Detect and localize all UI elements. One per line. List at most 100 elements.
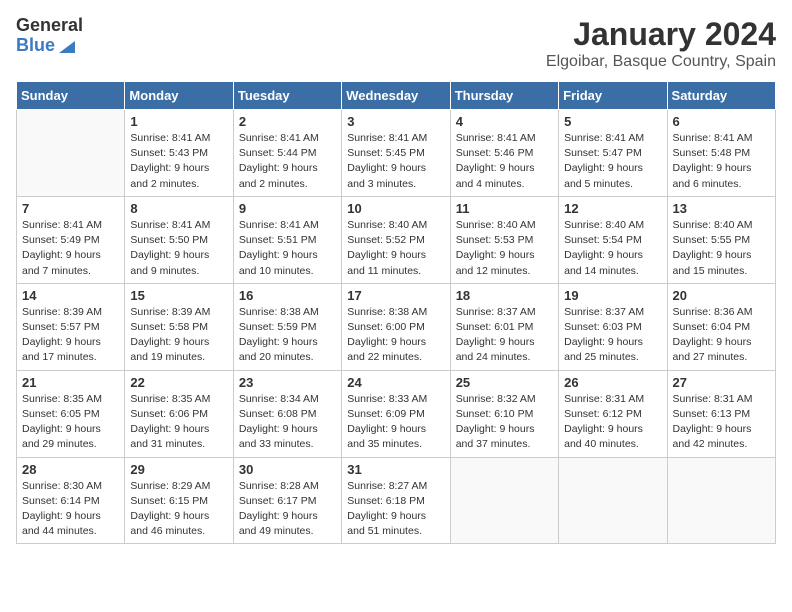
logo-blue: Blue — [16, 36, 55, 56]
logo-general: General — [16, 16, 83, 36]
day-number: 23 — [239, 375, 336, 390]
day-number: 10 — [347, 201, 444, 216]
calendar-title: January 2024 — [546, 16, 776, 53]
calendar-cell: 15 Sunrise: 8:39 AM Sunset: 5:58 PM Dayli… — [125, 283, 233, 370]
calendar-cell: 17 Sunrise: 8:38 AM Sunset: 6:00 PM Dayli… — [342, 283, 450, 370]
column-header-friday: Friday — [559, 82, 667, 110]
day-number: 9 — [239, 201, 336, 216]
logo: General Blue — [16, 16, 83, 56]
calendar-cell: 5 Sunrise: 8:41 AM Sunset: 5:47 PM Daylig… — [559, 110, 667, 197]
day-info: Sunrise: 8:38 AM Sunset: 6:00 PM Dayligh… — [347, 305, 444, 366]
day-info: Sunrise: 8:31 AM Sunset: 6:12 PM Dayligh… — [564, 392, 661, 453]
day-number: 13 — [673, 201, 770, 216]
day-info: Sunrise: 8:39 AM Sunset: 5:57 PM Dayligh… — [22, 305, 119, 366]
week-row-5: 28 Sunrise: 8:30 AM Sunset: 6:14 PM Dayli… — [17, 457, 776, 544]
day-number: 17 — [347, 288, 444, 303]
day-number: 8 — [130, 201, 227, 216]
day-number: 3 — [347, 114, 444, 129]
day-info: Sunrise: 8:27 AM Sunset: 6:18 PM Dayligh… — [347, 479, 444, 540]
calendar-cell — [17, 110, 125, 197]
week-row-4: 21 Sunrise: 8:35 AM Sunset: 6:05 PM Dayli… — [17, 370, 776, 457]
calendar-cell — [667, 457, 775, 544]
day-info: Sunrise: 8:40 AM Sunset: 5:54 PM Dayligh… — [564, 218, 661, 279]
day-info: Sunrise: 8:37 AM Sunset: 6:03 PM Dayligh… — [564, 305, 661, 366]
calendar-cell: 19 Sunrise: 8:37 AM Sunset: 6:03 PM Dayli… — [559, 283, 667, 370]
calendar-cell: 8 Sunrise: 8:41 AM Sunset: 5:50 PM Daylig… — [125, 196, 233, 283]
calendar-cell: 6Sunrise: 8:41 AM Sunset: 5:48 PM Daylig… — [667, 110, 775, 197]
day-info: Sunrise: 8:36 AM Sunset: 6:04 PM Dayligh… — [673, 305, 770, 366]
column-header-sunday: Sunday — [17, 82, 125, 110]
day-info: Sunrise: 8:29 AM Sunset: 6:15 PM Dayligh… — [130, 479, 227, 540]
calendar-cell: 12Sunrise: 8:40 AM Sunset: 5:54 PM Dayli… — [559, 196, 667, 283]
day-info: Sunrise: 8:40 AM Sunset: 5:53 PM Dayligh… — [456, 218, 553, 279]
day-number: 27 — [673, 375, 770, 390]
calendar-cell: 10Sunrise: 8:40 AM Sunset: 5:52 PM Dayli… — [342, 196, 450, 283]
calendar-cell: 14 Sunrise: 8:39 AM Sunset: 5:57 PM Dayli… — [17, 283, 125, 370]
day-info: Sunrise: 8:39 AM Sunset: 5:58 PM Dayligh… — [130, 305, 227, 366]
day-number: 20 — [673, 288, 770, 303]
day-number: 14 — [22, 288, 119, 303]
day-info: Sunrise: 8:34 AM Sunset: 6:08 PM Dayligh… — [239, 392, 336, 453]
week-row-2: 7 Sunrise: 8:41 AM Sunset: 5:49 PM Daylig… — [17, 196, 776, 283]
calendar-cell: 20 Sunrise: 8:36 AM Sunset: 6:04 PM Dayli… — [667, 283, 775, 370]
day-info: Sunrise: 8:28 AM Sunset: 6:17 PM Dayligh… — [239, 479, 336, 540]
day-info: Sunrise: 8:41 AM Sunset: 5:45 PM Dayligh… — [347, 131, 444, 192]
day-info: Sunrise: 8:41 AM Sunset: 5:46 PM Dayligh… — [456, 131, 553, 192]
day-info: Sunrise: 8:40 AM Sunset: 5:55 PM Dayligh… — [673, 218, 770, 279]
week-row-3: 14 Sunrise: 8:39 AM Sunset: 5:57 PM Dayli… — [17, 283, 776, 370]
day-info: Sunrise: 8:41 AM Sunset: 5:51 PM Dayligh… — [239, 218, 336, 279]
day-info: Sunrise: 8:31 AM Sunset: 6:13 PM Dayligh… — [673, 392, 770, 453]
calendar-cell: 23 Sunrise: 8:34 AM Sunset: 6:08 PM Dayli… — [233, 370, 341, 457]
day-number: 19 — [564, 288, 661, 303]
day-number: 28 — [22, 462, 119, 477]
column-header-thursday: Thursday — [450, 82, 558, 110]
day-number: 1 — [130, 114, 227, 129]
calendar-cell: 29Sunrise: 8:29 AM Sunset: 6:15 PM Dayli… — [125, 457, 233, 544]
day-info: Sunrise: 8:37 AM Sunset: 6:01 PM Dayligh… — [456, 305, 553, 366]
day-number: 7 — [22, 201, 119, 216]
header-row: SundayMondayTuesdayWednesdayThursdayFrid… — [17, 82, 776, 110]
day-info: Sunrise: 8:35 AM Sunset: 6:05 PM Dayligh… — [22, 392, 119, 453]
day-number: 31 — [347, 462, 444, 477]
day-number: 25 — [456, 375, 553, 390]
day-info: Sunrise: 8:41 AM Sunset: 5:50 PM Dayligh… — [130, 218, 227, 279]
day-number: 18 — [456, 288, 553, 303]
calendar-cell: 27 Sunrise: 8:31 AM Sunset: 6:13 PM Dayli… — [667, 370, 775, 457]
day-number: 4 — [456, 114, 553, 129]
day-info: Sunrise: 8:38 AM Sunset: 5:59 PM Dayligh… — [239, 305, 336, 366]
calendar-subtitle: Elgoibar, Basque Country, Spain — [546, 53, 776, 71]
calendar-cell: 7 Sunrise: 8:41 AM Sunset: 5:49 PM Daylig… — [17, 196, 125, 283]
title-section: January 2024 Elgoibar, Basque Country, S… — [546, 16, 776, 71]
day-number: 6 — [673, 114, 770, 129]
day-info: Sunrise: 8:41 AM Sunset: 5:49 PM Dayligh… — [22, 218, 119, 279]
day-info: Sunrise: 8:32 AM Sunset: 6:10 PM Dayligh… — [456, 392, 553, 453]
column-header-tuesday: Tuesday — [233, 82, 341, 110]
calendar-cell: 2Sunrise: 8:41 AM Sunset: 5:44 PM Daylig… — [233, 110, 341, 197]
day-number: 15 — [130, 288, 227, 303]
week-row-1: 1Sunrise: 8:41 AM Sunset: 5:43 PM Daylig… — [17, 110, 776, 197]
calendar-cell: 1Sunrise: 8:41 AM Sunset: 5:43 PM Daylig… — [125, 110, 233, 197]
calendar-cell: 11 Sunrise: 8:40 AM Sunset: 5:53 PM Dayli… — [450, 196, 558, 283]
calendar-cell: 3 Sunrise: 8:41 AM Sunset: 5:45 PM Daylig… — [342, 110, 450, 197]
column-header-monday: Monday — [125, 82, 233, 110]
calendar-table: SundayMondayTuesdayWednesdayThursdayFrid… — [16, 81, 776, 544]
day-info: Sunrise: 8:33 AM Sunset: 6:09 PM Dayligh… — [347, 392, 444, 453]
day-info: Sunrise: 8:41 AM Sunset: 5:47 PM Dayligh… — [564, 131, 661, 192]
day-number: 22 — [130, 375, 227, 390]
column-header-saturday: Saturday — [667, 82, 775, 110]
calendar-cell: 22Sunrise: 8:35 AM Sunset: 6:06 PM Dayli… — [125, 370, 233, 457]
calendar-cell: 16 Sunrise: 8:38 AM Sunset: 5:59 PM Dayli… — [233, 283, 341, 370]
day-number: 5 — [564, 114, 661, 129]
day-number: 24 — [347, 375, 444, 390]
calendar-cell — [559, 457, 667, 544]
calendar-cell — [450, 457, 558, 544]
day-number: 21 — [22, 375, 119, 390]
calendar-cell: 4 Sunrise: 8:41 AM Sunset: 5:46 PM Daylig… — [450, 110, 558, 197]
day-info: Sunrise: 8:30 AM Sunset: 6:14 PM Dayligh… — [22, 479, 119, 540]
day-number: 11 — [456, 201, 553, 216]
day-number: 26 — [564, 375, 661, 390]
calendar-cell: 28 Sunrise: 8:30 AM Sunset: 6:14 PM Dayli… — [17, 457, 125, 544]
day-info: Sunrise: 8:41 AM Sunset: 5:44 PM Dayligh… — [239, 131, 336, 192]
calendar-cell: 26 Sunrise: 8:31 AM Sunset: 6:12 PM Dayli… — [559, 370, 667, 457]
day-number: 16 — [239, 288, 336, 303]
